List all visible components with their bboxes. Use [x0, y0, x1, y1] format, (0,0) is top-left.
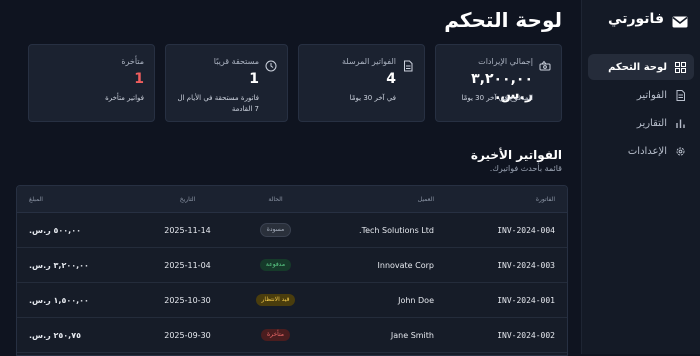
invoice-number[interactable]: INV-2024-002 [446, 317, 567, 353]
app-title: فاتورتي [608, 11, 664, 27]
clock-icon [265, 57, 277, 76]
sidebar-item-invoices[interactable]: الفواتير [588, 82, 694, 108]
stat-card-revenue: إجمالي الإيرادات ٣,٢٠٠,٠٠ ر.س. المدفوع ف… [435, 44, 562, 122]
section-title: الفواتير الأخيرة [470, 148, 562, 162]
invoice-amount: ٥٠٠,٠٠ ر.س. [17, 212, 138, 248]
column-header-amount: المبلغ [17, 186, 138, 213]
client-name: Jane Smith [314, 317, 446, 353]
invoice-amount: ٣,٢٠٠,٠٠ ر.س. [17, 247, 138, 283]
column-header-invoice: الفاتورة [446, 186, 567, 213]
column-header-client: العميل [314, 186, 446, 213]
main-content: لوحة التحكم إجمالي الإيرادات ٣,٢٠٠,٠٠ ر.… [0, 0, 582, 356]
grid-icon [675, 61, 686, 73]
document-icon [676, 89, 685, 101]
sidebar-item-label: الفواتير [636, 89, 667, 101]
column-header-status: الحالة [237, 186, 314, 213]
stat-card-due-soon: مستحقة قريبًا 1 فاتورة مستحقة في الأيام … [165, 44, 288, 122]
table-row[interactable]: INV-2024-004 Tech Solutions Ltd. مسودة 2… [17, 212, 567, 248]
invoice-date: 2025-10-30 [138, 282, 237, 318]
client-name: John Doe [314, 282, 446, 318]
stat-value: 4 [386, 71, 396, 87]
sidebar-item-label: الإعدادات [627, 145, 667, 157]
invoice-amount: ٢٥٠,٧٥ ر.س. [17, 317, 138, 353]
invoice-date: 2025-09-30 [138, 317, 237, 353]
file-icon [402, 57, 414, 76]
status-badge: مدفوعة [259, 259, 292, 271]
sidebar-item-reports[interactable]: التقارير [588, 110, 694, 136]
invoices-table: الفاتورة العميل الحالة التاريخ المبلغ IN… [16, 185, 568, 356]
sidebar-item-label: لوحة التحكم [608, 61, 667, 73]
stats-cards: إجمالي الإيرادات ٣,٢٠٠,٠٠ ر.س. المدفوع ف… [16, 44, 562, 122]
stat-sub: في آخر 30 يومًا [349, 94, 396, 102]
sidebar-item-dashboard[interactable]: لوحة التحكم [588, 54, 694, 80]
stat-sub: فواتير متأخرة [105, 94, 144, 102]
stat-card-overdue: متأخرة 1 فواتير متأخرة [28, 44, 155, 122]
status-badge: مسودة [259, 223, 292, 237]
invoice-amount: ١,٥٠٠,٠٠ ر.س. [17, 282, 138, 318]
stat-sub: المدفوع في آخر 30 يومًا [461, 94, 533, 102]
table-row[interactable]: INV-2024-001 John Doe قيد الانتظار 2025-… [17, 282, 567, 318]
status-badge: متأخرة [260, 329, 290, 341]
gear-icon [676, 147, 685, 155]
column-header-date: التاريخ [138, 186, 237, 213]
brand[interactable]: فاتورتي [582, 0, 700, 38]
client-name: Tech Solutions Ltd. [314, 212, 446, 248]
stat-label: الفواتير المرسلة [342, 57, 396, 66]
stat-value: 1 [249, 71, 259, 87]
invoice-date: 2025-11-14 [138, 212, 237, 248]
page-title: لوحة التحكم [444, 8, 562, 32]
invoice-date: 2025-11-04 [138, 247, 237, 283]
mail-icon [672, 13, 688, 28]
sidebar-item-label: التقارير [636, 117, 667, 129]
stat-sub: فاتورة مستحقة في الأيام ال 7 القادمة [177, 94, 259, 113]
invoice-number[interactable]: INV-2024-004 [446, 212, 567, 248]
money-icon [539, 57, 551, 76]
status-badge: قيد الانتظار [255, 294, 296, 306]
table-header: الفاتورة العميل الحالة التاريخ المبلغ [17, 186, 567, 213]
client-name: Innovate Corp [314, 247, 446, 283]
bar-chart-icon [676, 119, 685, 128]
table-row[interactable]: INV-2024-002 Jane Smith متأخرة 2025-09-3… [17, 317, 567, 353]
section-subtitle: قائمة بأحدث فواتيرك. [489, 164, 562, 173]
invoice-number[interactable]: INV-2024-001 [446, 282, 567, 318]
stat-label: إجمالي الإيرادات [478, 57, 533, 66]
stat-card-sent: الفواتير المرسلة 4 في آخر 30 يومًا [298, 44, 425, 122]
stat-label: متأخرة [121, 57, 144, 66]
stat-label: مستحقة قريبًا [213, 57, 259, 66]
sidebar: فاتورتي لوحة التحكم الفواتير التقارير ال… [581, 0, 700, 354]
sidebar-item-settings[interactable]: الإعدادات [588, 138, 694, 164]
sidebar-nav: لوحة التحكم الفواتير التقارير الإعدادات [582, 54, 700, 164]
table-row[interactable]: INV-2024-003 Innovate Corp مدفوعة 2025-1… [17, 247, 567, 283]
stat-value: 1 [134, 71, 144, 87]
invoice-number[interactable]: INV-2024-003 [446, 247, 567, 283]
